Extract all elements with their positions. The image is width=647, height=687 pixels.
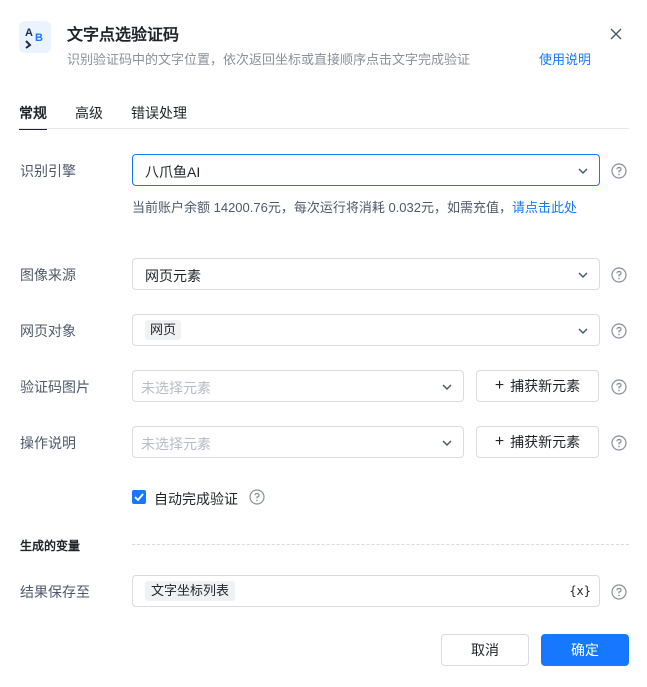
- auto-complete-help-icon[interactable]: [249, 489, 265, 505]
- captcha-ab-icon: A B: [19, 21, 51, 53]
- section-divider: [132, 544, 629, 545]
- usage-guide-link[interactable]: 使用说明: [539, 49, 591, 68]
- plus-icon: +: [494, 433, 505, 450]
- svg-text:B: B: [35, 32, 43, 44]
- generated-variables-heading: 生成的变量: [20, 539, 81, 553]
- variable-insert-icon[interactable]: {x}: [569, 584, 591, 598]
- svg-text:A: A: [25, 27, 33, 39]
- chevron-down-icon: [578, 272, 588, 279]
- tabs-divider: [19, 128, 629, 129]
- auto-complete-checkbox[interactable]: [132, 490, 146, 504]
- captcha-image-select[interactable]: 未选择元素: [132, 370, 464, 402]
- tab-error-handling[interactable]: 错误处理: [131, 103, 187, 129]
- result-variable-tag: 文字坐标列表: [145, 581, 236, 601]
- chevron-down-icon: [442, 440, 452, 447]
- image-source-help-icon[interactable]: [611, 267, 627, 283]
- captcha-image-help-icon[interactable]: [611, 379, 627, 395]
- dialog-subtitle: 识别验证码中的文字位置，依次返回坐标或直接顺序点击文字完成验证: [67, 52, 471, 67]
- page-object-help-icon[interactable]: [611, 323, 627, 339]
- instruction-help-icon[interactable]: [611, 435, 627, 451]
- dialog-title: 文字点选验证码: [67, 27, 180, 44]
- result-save-label: 结果保存至: [20, 584, 90, 600]
- result-help-icon[interactable]: [611, 584, 627, 600]
- tab-advanced[interactable]: 高级: [75, 103, 103, 129]
- capture-button-label: 捕获新元素: [510, 434, 581, 450]
- page-object-label: 网页对象: [20, 323, 76, 339]
- page-object-tag: 网页: [145, 320, 182, 340]
- instruction-select[interactable]: 未选择元素: [132, 426, 464, 458]
- confirm-button[interactable]: 确定: [541, 634, 629, 666]
- captcha-image-placeholder: 未选择元素: [141, 380, 211, 396]
- tab-bar: 常规 高级 错误处理: [19, 103, 215, 130]
- balance-text: 当前账户余额 14200.76元，每次运行将消耗 0.032元，如需充值，: [132, 200, 512, 215]
- page-object-select[interactable]: 网页: [132, 314, 600, 346]
- auto-complete-label: 自动完成验证: [154, 491, 238, 507]
- instruction-placeholder: 未选择元素: [141, 436, 211, 452]
- capture-captcha-element-button[interactable]: + 捕获新元素: [476, 370, 599, 402]
- engine-select[interactable]: 八爪鱼AI: [132, 154, 600, 186]
- instruction-label: 操作说明: [20, 435, 76, 451]
- plus-icon: +: [494, 377, 505, 394]
- engine-value: 八爪鱼AI: [145, 164, 201, 180]
- tab-general[interactable]: 常规: [19, 103, 47, 130]
- recharge-link[interactable]: 请点击此处: [512, 200, 577, 215]
- image-source-select[interactable]: 网页元素: [132, 258, 600, 290]
- capture-instruction-element-button[interactable]: + 捕获新元素: [476, 426, 599, 458]
- cancel-button[interactable]: 取消: [441, 634, 529, 666]
- image-source-value: 网页元素: [145, 268, 201, 284]
- captcha-image-label: 验证码图片: [20, 379, 90, 395]
- chevron-down-icon: [442, 384, 452, 391]
- engine-help-icon[interactable]: [611, 163, 627, 179]
- capture-button-label: 捕获新元素: [510, 378, 581, 394]
- engine-label: 识别引擎: [20, 163, 76, 179]
- chevron-down-icon: [578, 328, 588, 335]
- checkmark-icon: [134, 493, 144, 502]
- chevron-down-icon: [578, 168, 588, 175]
- image-source-label: 图像来源: [20, 267, 76, 283]
- result-variable-input[interactable]: 文字坐标列表 {x}: [132, 575, 600, 607]
- account-balance-note: 当前账户余额 14200.76元，每次运行将消耗 0.032元，如需充值，请点击…: [132, 198, 602, 217]
- close-icon[interactable]: [606, 24, 626, 44]
